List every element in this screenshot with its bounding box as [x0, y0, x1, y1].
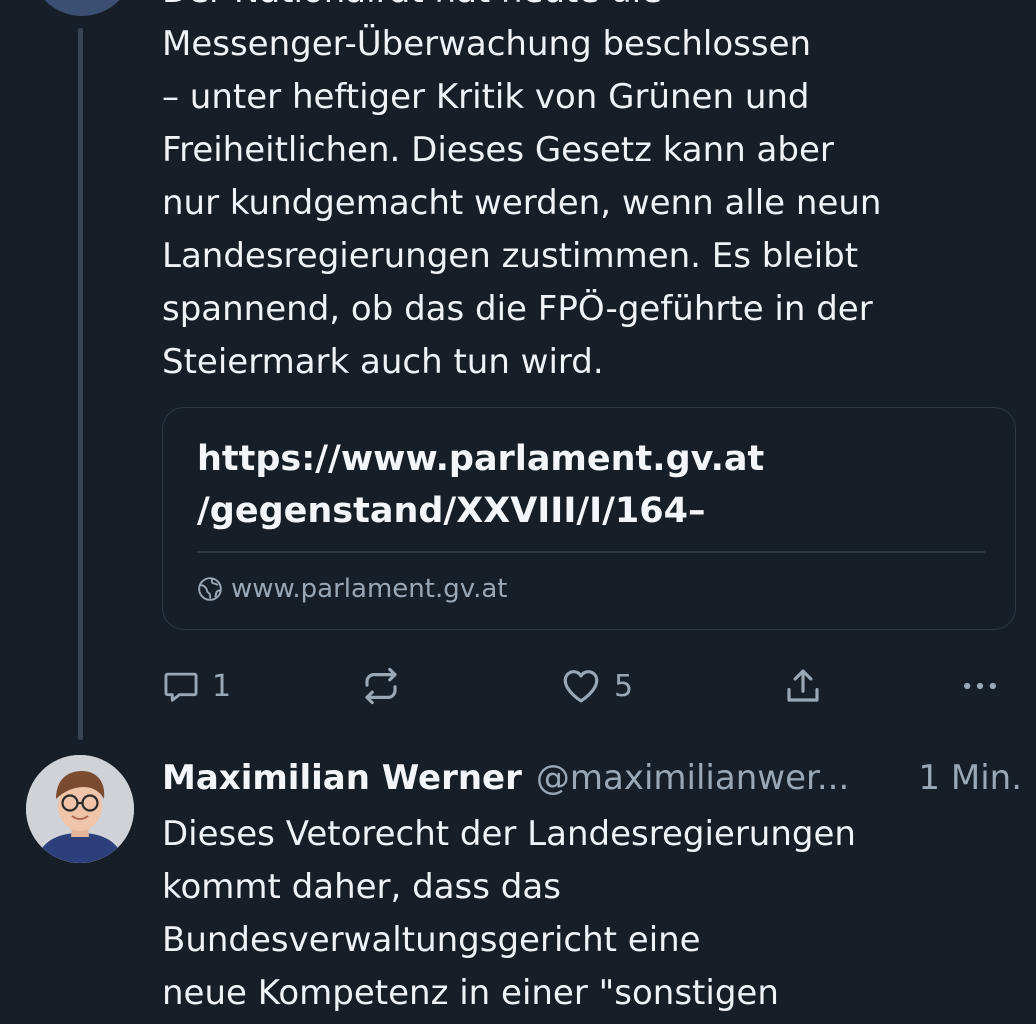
like-button[interactable]: 5: [560, 660, 633, 712]
post-text-line: Der Nationalrat hat heute die: [162, 0, 992, 18]
post-header: Maximilian Werner @maximilianwer... 1 Mi…: [162, 754, 1022, 802]
globe-icon: [197, 576, 223, 602]
link-domain: www.parlament.gv.at: [197, 574, 507, 604]
like-count: 5: [614, 668, 634, 704]
previous-post-avatar[interactable]: [30, 0, 134, 16]
post-text-line: neue Kompetenz in einer "sonstigen: [162, 973, 779, 1013]
card-divider: [197, 551, 985, 553]
post-actions: 1 5: [0, 660, 1036, 712]
post-text-line: Bundesverwaltungsgericht eine: [162, 920, 701, 960]
reply-count: 1: [212, 668, 232, 704]
post-text-line: spannend, ob das die FPÖ-geführte in der: [162, 289, 873, 329]
share-icon: [782, 665, 824, 707]
author-handle[interactable]: @maximilianwer...: [536, 758, 849, 798]
post-timestamp[interactable]: 1 Min.: [918, 758, 1022, 798]
thread-line: [78, 28, 83, 740]
post-text: Der Nationalrat hat heute die Messenger-…: [162, 0, 992, 389]
heart-icon: [560, 665, 602, 707]
reply-button[interactable]: 1: [162, 660, 231, 712]
more-icon: [958, 664, 1002, 708]
link-title: https://www.parlament.gv.at /gegenstand/…: [197, 433, 764, 537]
post-text-line: Steiermark auch tun wird.: [162, 342, 604, 382]
share-button[interactable]: [782, 660, 824, 712]
more-button[interactable]: [958, 660, 1002, 712]
link-title-line: https://www.parlament.gv.at: [197, 439, 765, 479]
post-text-line: Dieses Vetorecht der Landesregierungen: [162, 814, 856, 854]
author-avatar[interactable]: [26, 755, 134, 863]
repost-icon: [360, 665, 402, 707]
post-text: Dieses Vetorecht der Landesregierungen k…: [162, 808, 992, 1020]
post-text-line: – unter heftiger Kritik von Grünen und: [162, 77, 810, 117]
post-text-line: nur kundgemacht werden, wenn alle neun: [162, 183, 882, 223]
post-text-line: Freiheitlichen. Dieses Gesetz kann aber: [162, 130, 834, 170]
link-preview-card[interactable]: https://www.parlament.gv.at /gegenstand/…: [162, 407, 1016, 630]
repost-button[interactable]: [360, 660, 402, 712]
link-domain-text: www.parlament.gv.at: [231, 574, 508, 604]
link-title-line: /gegenstand/XXVIII/I/164–: [197, 491, 706, 531]
post-text-line: kommt daher, dass das: [162, 867, 561, 907]
post-text-line: Landesregierungen zustimmen. Es bleibt: [162, 236, 859, 276]
reply-icon: [162, 667, 200, 705]
post-text-line: Messenger-Überwachung beschlossen: [162, 24, 812, 64]
author-name[interactable]: Maximilian Werner: [162, 758, 522, 798]
